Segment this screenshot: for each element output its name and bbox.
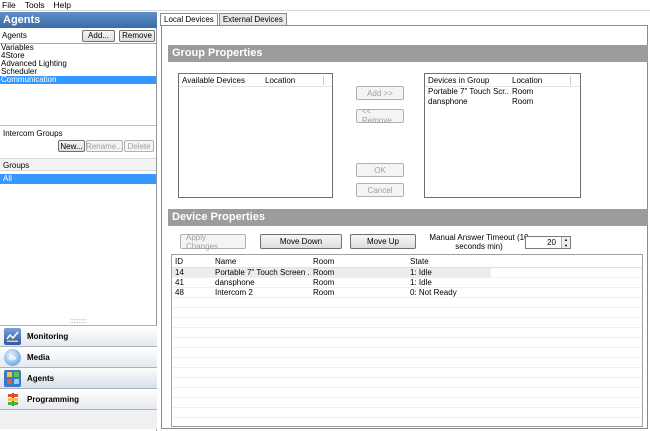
device-location: Room (512, 97, 534, 106)
cell-id: 14 (172, 268, 212, 277)
cell-name: Portable 7" Touch Screen ... (212, 268, 310, 277)
cancel-button[interactable]: Cancel (356, 183, 404, 197)
manual-answer-timeout-label: Manual Answer Timeout (10 seconds min) (429, 233, 529, 251)
empty-row (172, 368, 642, 378)
empty-row (172, 408, 642, 418)
menu-bar: File Tools Help (0, 0, 650, 11)
nav-agents[interactable]: Agents (0, 367, 157, 388)
list-item-selected[interactable]: Communication (0, 76, 156, 84)
move-down-button[interactable]: Move Down (260, 234, 342, 249)
add-to-group-button[interactable]: Add >> (356, 86, 404, 100)
cell-state: 0: Not Ready (410, 288, 457, 297)
device-name: dansphone (428, 97, 468, 106)
nav-monitoring[interactable]: Monitoring (0, 325, 157, 346)
empty-row (172, 298, 642, 308)
device-name: Portable 7" Touch Scr... (428, 87, 509, 96)
menu-tools[interactable]: Tools (25, 0, 45, 10)
programming-icon (4, 391, 21, 408)
cell-name: dansphone (215, 278, 255, 287)
nav-overflow-strip (0, 409, 157, 429)
cell-id: 48 (175, 288, 184, 297)
cell-room: Room (313, 288, 335, 297)
empty-row (172, 328, 642, 338)
table-row[interactable]: 41 dansphone Room 1: Idle (172, 278, 642, 288)
cell-state: 1: Idle (410, 278, 432, 287)
empty-row (172, 308, 642, 318)
tab-external-devices[interactable]: External Devices (218, 13, 287, 25)
groups-list[interactable]: All (0, 174, 156, 322)
column-header-room[interactable]: Room (310, 257, 407, 266)
device-properties-grid[interactable]: ID Name Room State 14 Portable 7" Touch … (171, 254, 643, 427)
navigation-pane: Monitoring Media Agents Programming (0, 325, 157, 429)
nav-label: Programming (27, 394, 80, 404)
agents-icon (4, 369, 21, 387)
empty-row (172, 358, 642, 368)
column-header[interactable]: Location (262, 75, 324, 85)
empty-row (172, 318, 642, 328)
available-devices-header: Available Devices Location (179, 74, 332, 87)
grid-header: ID Name Room State (172, 255, 642, 268)
ok-button[interactable]: OK (356, 163, 404, 177)
nav-label: Agents (27, 373, 55, 383)
intercom-groups-toolbar: New... Rename... Delete (0, 139, 156, 153)
table-row[interactable]: 14 Portable 7" Touch Screen ... Room 1: … (172, 268, 642, 278)
column-header[interactable]: Devices in Group (425, 76, 509, 85)
list-item[interactable]: dansphone Room (425, 97, 580, 107)
cell-room: Room (313, 278, 335, 287)
intercom-groups-label: Intercom Groups (0, 125, 156, 139)
remove-from-group-button[interactable]: << Remove (356, 107, 404, 125)
media-icon (4, 348, 21, 366)
nav-media[interactable]: Media (0, 346, 157, 367)
table-row[interactable]: 48 Intercom 2 Room 0: Not Ready (172, 288, 642, 298)
timeout-value[interactable]: 20 (526, 237, 561, 248)
new-group-button[interactable]: New... (58, 140, 85, 152)
empty-row (172, 338, 642, 348)
empty-row (172, 398, 642, 408)
left-panel: Agents Agents Add... Remove Variables 4S… (0, 12, 157, 431)
empty-row (172, 378, 642, 388)
nav-label: Media (27, 352, 50, 362)
list-item[interactable]: Portable 7" Touch Scr... Room (425, 87, 580, 97)
agents-panel-header: Agents (0, 12, 157, 28)
apply-changes-button[interactable]: Apply Changes (180, 233, 246, 251)
column-header-state[interactable]: State (407, 257, 491, 266)
empty-row (172, 348, 642, 358)
column-header[interactable]: Location (509, 75, 571, 85)
menu-file[interactable]: File (2, 0, 16, 10)
move-up-button[interactable]: Move Up (350, 234, 416, 249)
agents-label: Agents (2, 31, 27, 40)
cell-id: 41 (175, 278, 184, 287)
nav-label: Monitoring (27, 331, 69, 341)
device-properties-header: Device Properties (168, 209, 648, 226)
column-header-name[interactable]: Name (212, 257, 310, 266)
available-devices-list[interactable]: Available Devices Location (178, 73, 333, 198)
groups-column-header: Groups (0, 158, 156, 171)
spinner-arrows[interactable]: ▲ ▼ (561, 237, 570, 248)
devices-in-group-header: Devices in Group Location (425, 74, 580, 87)
group-properties-header: Group Properties (168, 45, 648, 62)
cell-state: 1: Idle (407, 268, 491, 277)
add-agent-button[interactable]: Add... (82, 29, 115, 42)
delete-group-button[interactable]: Delete (124, 140, 154, 152)
rename-group-button[interactable]: Rename... (86, 140, 123, 152)
remove-agent-button[interactable]: Remove (119, 29, 155, 42)
device-location: Room (512, 87, 534, 96)
main-panel: Local Devices External Devices Group Pro… (159, 12, 650, 431)
timeout-spinner[interactable]: 20 ▲ ▼ (525, 236, 571, 249)
nav-programming[interactable]: Programming (0, 388, 157, 409)
agents-toolbar: Agents Add... Remove (0, 28, 157, 43)
monitoring-icon (4, 327, 21, 345)
column-header-id[interactable]: ID (172, 257, 212, 266)
cell-room: Room (310, 268, 407, 277)
cell-name: Intercom 2 (215, 288, 253, 297)
spinner-down-icon[interactable]: ▼ (562, 242, 570, 248)
empty-row (172, 388, 642, 398)
column-header[interactable]: Available Devices (179, 76, 262, 85)
agent-list[interactable]: Variables 4Store Advanced Lighting Sched… (0, 43, 156, 125)
tab-content: Group Properties Available Devices Locat… (161, 25, 648, 429)
menu-help[interactable]: Help (54, 0, 71, 10)
devices-in-group-list[interactable]: Devices in Group Location Portable 7" To… (424, 73, 581, 198)
list-item-selected[interactable]: All (0, 174, 156, 184)
